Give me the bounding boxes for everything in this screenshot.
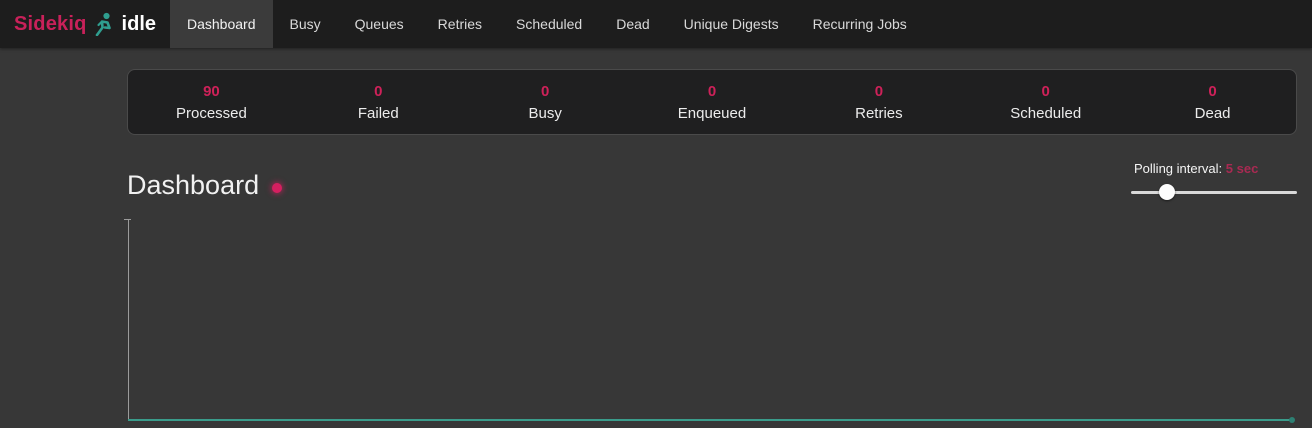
main-content: 90 Processed 0 Failed 0 Busy 0 Enqueued … bbox=[127, 48, 1297, 428]
stat-busy-value: 0 bbox=[541, 83, 549, 100]
stat-scheduled-label: Scheduled bbox=[1010, 105, 1081, 122]
stat-failed-label: Failed bbox=[358, 105, 399, 122]
stat-enqueued-label: Enqueued bbox=[678, 105, 746, 122]
polling-slider[interactable] bbox=[1131, 184, 1297, 200]
stat-dead[interactable]: 0 Dead bbox=[1129, 70, 1296, 134]
stat-processed[interactable]: 90 Processed bbox=[128, 70, 295, 134]
stats-summary-bar: 90 Processed 0 Failed 0 Busy 0 Enqueued … bbox=[127, 69, 1297, 135]
navbar: Sidekiq idle Dashboard Busy Queues Retri… bbox=[0, 0, 1312, 48]
brand-name[interactable]: Sidekiq bbox=[14, 13, 87, 36]
stat-retries-value: 0 bbox=[875, 83, 883, 100]
page-title: Dashboard bbox=[127, 170, 259, 201]
polling-interval-label: Polling interval: 5 sec bbox=[1134, 161, 1258, 176]
process-status-label: idle bbox=[122, 13, 156, 36]
nav-item-unique-digests[interactable]: Unique Digests bbox=[667, 0, 796, 48]
polling-slider-thumb[interactable] bbox=[1159, 184, 1175, 200]
page-header: Dashboard bbox=[127, 170, 282, 201]
stat-processed-value: 90 bbox=[203, 83, 220, 100]
nav-item-retries[interactable]: Retries bbox=[421, 0, 499, 48]
stat-failed-value: 0 bbox=[374, 83, 382, 100]
stat-retries-label: Retries bbox=[855, 105, 903, 122]
polling-slider-track[interactable] bbox=[1131, 191, 1297, 194]
nav-item-busy[interactable]: Busy bbox=[273, 0, 338, 48]
nav-item-dead[interactable]: Dead bbox=[599, 0, 666, 48]
chart-series-line bbox=[128, 419, 1294, 421]
sidekiq-runner-icon bbox=[94, 12, 115, 36]
stat-failed[interactable]: 0 Failed bbox=[295, 70, 462, 134]
nav-item-scheduled[interactable]: Scheduled bbox=[499, 0, 599, 48]
stat-scheduled[interactable]: 0 Scheduled bbox=[962, 70, 1129, 134]
stat-busy-label: Busy bbox=[528, 105, 561, 122]
stat-enqueued-value: 0 bbox=[708, 83, 716, 100]
nav-menu: Dashboard Busy Queues Retries Scheduled … bbox=[170, 0, 924, 48]
stat-retries[interactable]: 0 Retries bbox=[795, 70, 962, 134]
stat-scheduled-value: 0 bbox=[1042, 83, 1050, 100]
stat-busy[interactable]: 0 Busy bbox=[462, 70, 629, 134]
stat-dead-label: Dead bbox=[1195, 105, 1231, 122]
nav-item-queues[interactable]: Queues bbox=[338, 0, 421, 48]
chart-y-axis bbox=[128, 219, 129, 421]
stat-enqueued[interactable]: 0 Enqueued bbox=[629, 70, 796, 134]
nav-item-recurring-jobs[interactable]: Recurring Jobs bbox=[796, 0, 924, 48]
polling-interval-value-link[interactable]: 5 sec bbox=[1226, 161, 1259, 176]
chart-current-point-dot bbox=[1289, 417, 1295, 423]
polling-control: Polling interval: 5 sec bbox=[1131, 161, 1297, 200]
stat-dead-value: 0 bbox=[1208, 83, 1216, 100]
nav-item-dashboard[interactable]: Dashboard bbox=[170, 0, 273, 48]
brand[interactable]: Sidekiq idle bbox=[0, 0, 168, 48]
realtime-chart bbox=[127, 219, 1297, 421]
live-beacon-icon bbox=[272, 183, 282, 193]
stat-processed-label: Processed bbox=[176, 105, 247, 122]
polling-interval-text: Polling interval: bbox=[1134, 161, 1222, 176]
